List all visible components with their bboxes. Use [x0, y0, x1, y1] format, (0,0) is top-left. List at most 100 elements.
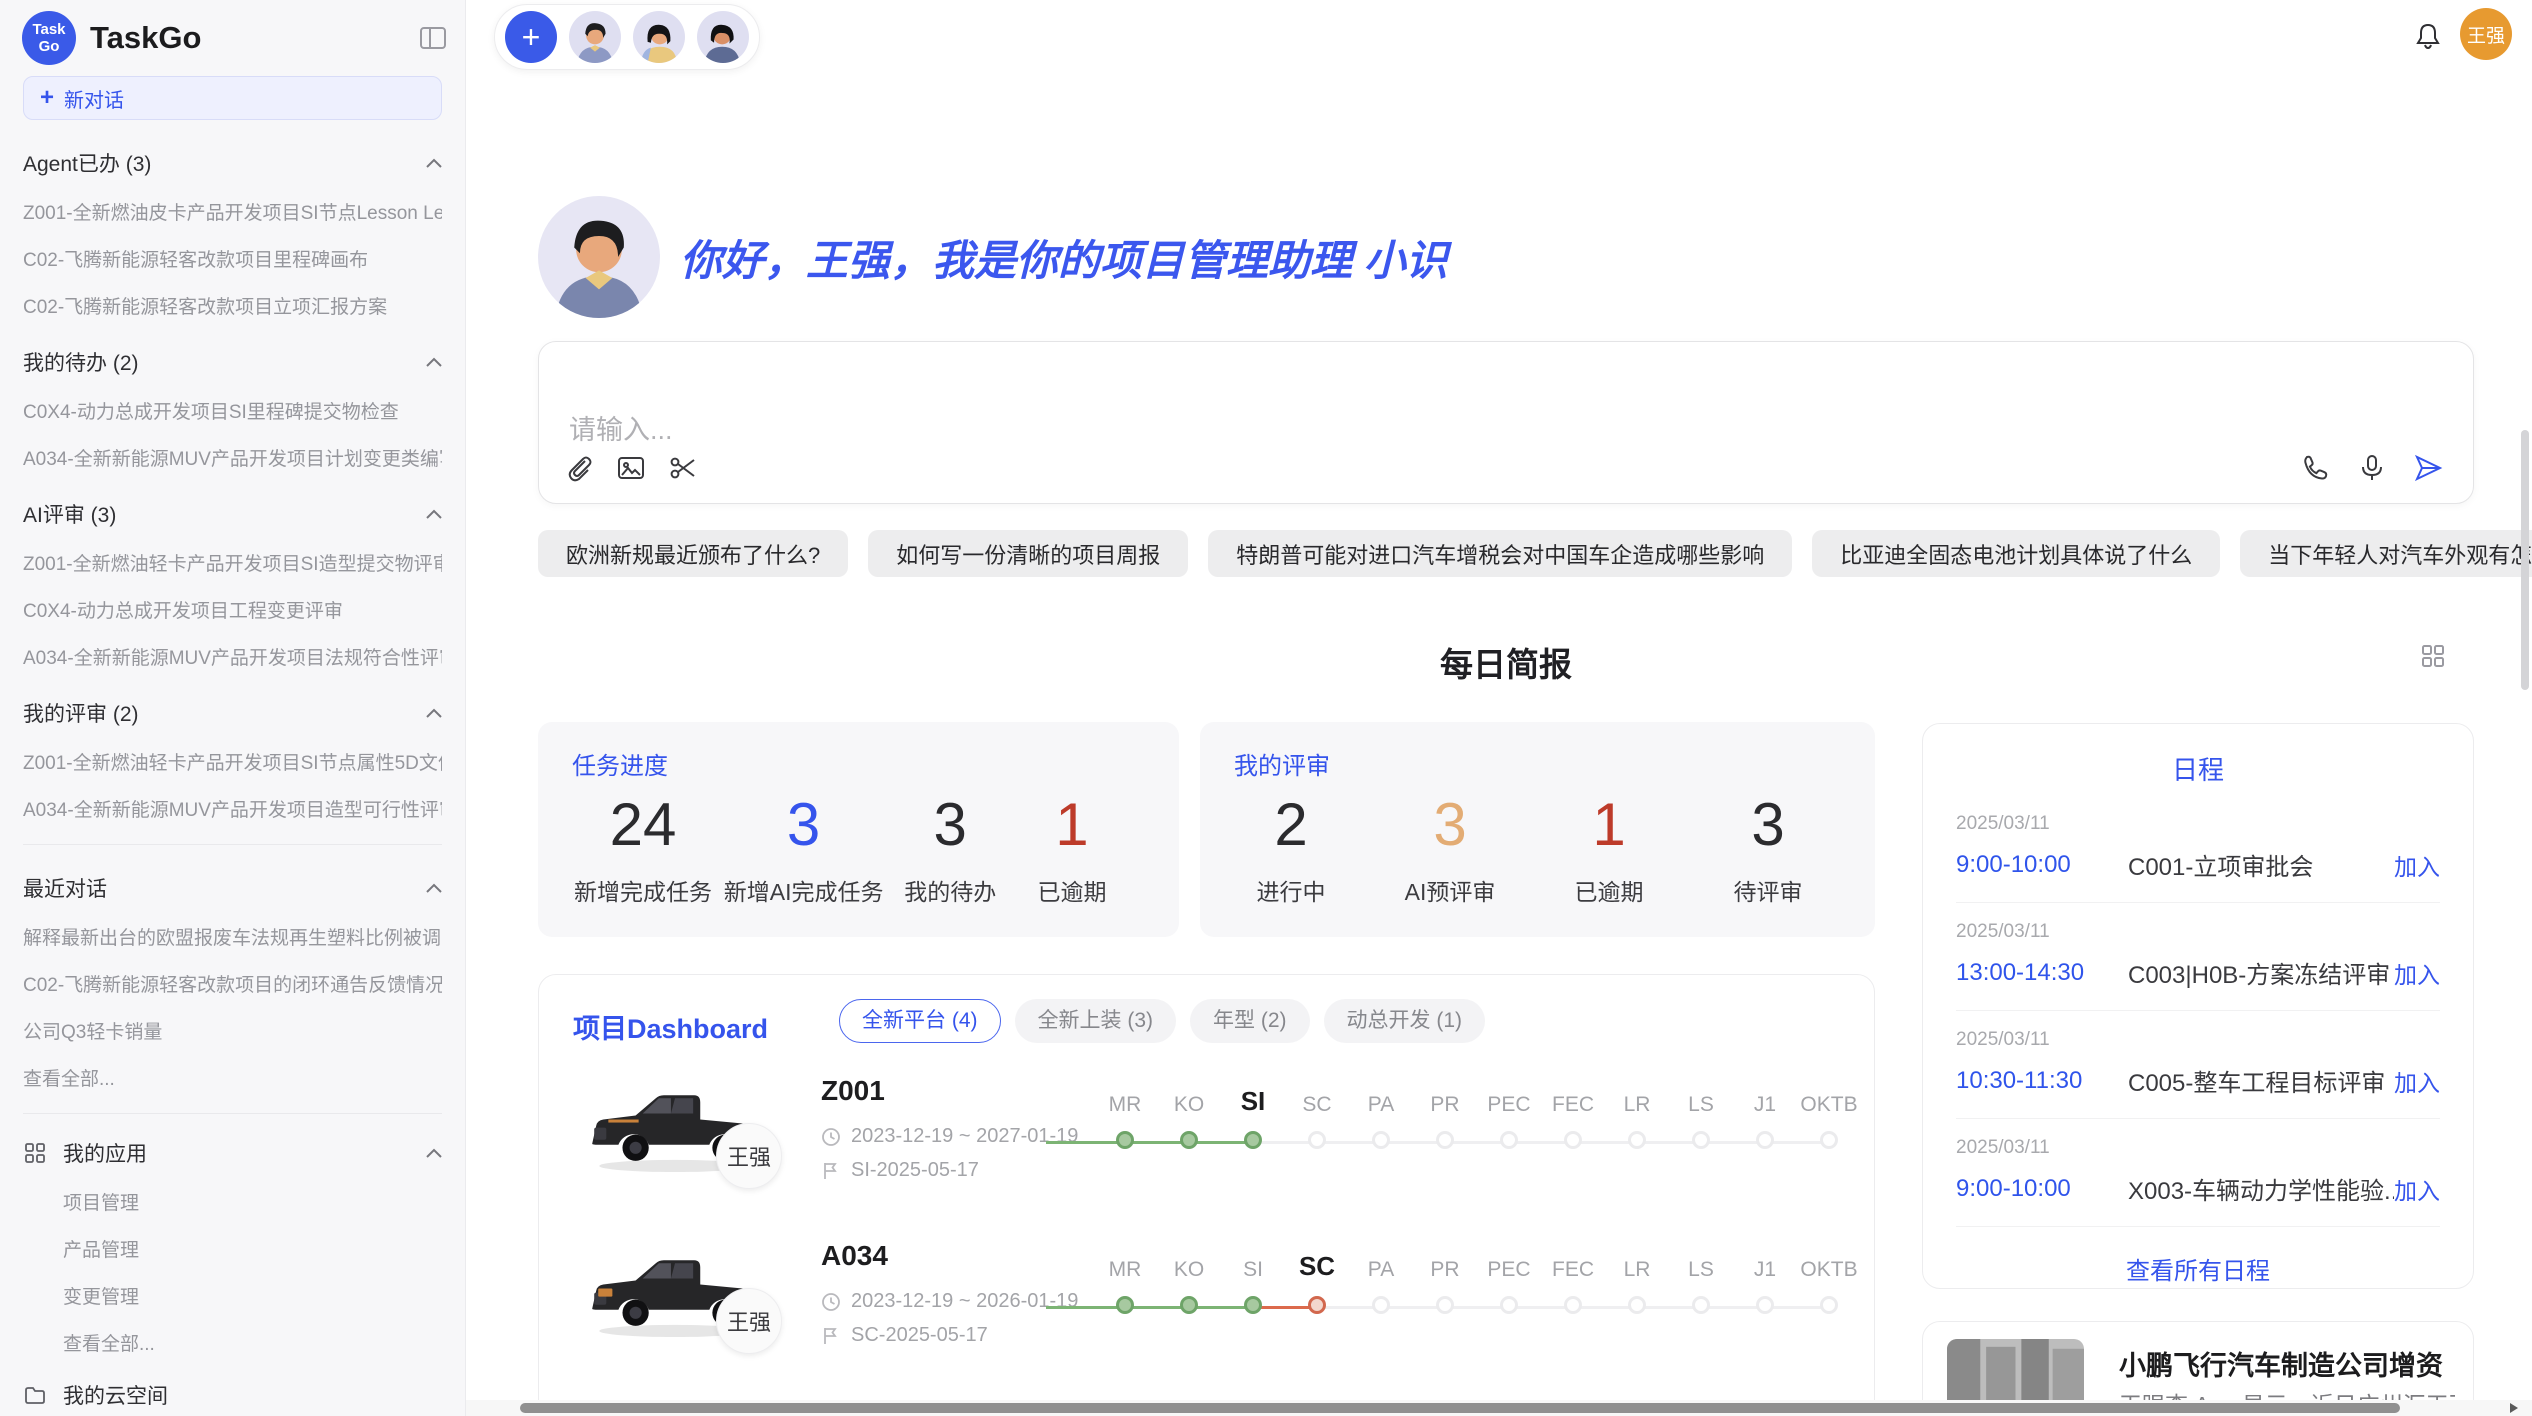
- list-item[interactable]: C0X4-动力总成开发项目SI里程碑提交物检查: [23, 397, 442, 424]
- agent-avatar[interactable]: [697, 11, 749, 63]
- section-title: AI评审 (3): [23, 499, 116, 529]
- stat-value: 1: [1554, 790, 1664, 859]
- list-item[interactable]: Z001-全新燃油轻卡产品开发项目SI造型提交物评审: [23, 549, 442, 576]
- join-link[interactable]: 加入: [2394, 1064, 2440, 1098]
- list-item[interactable]: C0X4-动力总成开发项目工程变更评审: [23, 596, 442, 623]
- view-all-apps[interactable]: 查看全部...: [63, 1329, 442, 1356]
- scissors-icon[interactable]: [668, 453, 698, 483]
- milestone: PA: [1349, 1083, 1413, 1149]
- milestone-dot: [1692, 1296, 1710, 1314]
- chat-input-placeholder: 请输入...: [569, 408, 673, 447]
- tab-year-model[interactable]: 年型 (2): [1190, 999, 1310, 1043]
- milestone-dot: [1820, 1131, 1838, 1149]
- taskgo-logo: Task Go: [22, 11, 76, 65]
- list-item[interactable]: C02-飞腾新能源轻客改款项目里程碑画布: [23, 245, 442, 272]
- user-avatar[interactable]: 王强: [2460, 8, 2512, 60]
- event-time: 9:00-10:00: [1956, 851, 2128, 879]
- section-title: 我的待办 (2): [23, 347, 139, 377]
- microphone-icon[interactable]: [2357, 453, 2387, 483]
- tab-powertrain[interactable]: 动总开发 (1): [1324, 999, 1486, 1043]
- list-item[interactable]: C02-飞腾新能源轻客改款项目立项汇报方案: [23, 292, 442, 319]
- chevron-up-icon[interactable]: [426, 1148, 442, 1158]
- sidebar-item-product-mgmt[interactable]: 产品管理: [63, 1235, 442, 1262]
- suggestion-chip[interactable]: 比亚迪全固态电池计划具体说了什么: [1812, 530, 2220, 577]
- join-link[interactable]: 加入: [2394, 848, 2440, 882]
- chevron-up-icon[interactable]: [426, 883, 442, 893]
- milestone-dot: [1308, 1296, 1326, 1314]
- section-my-todo[interactable]: 我的待办 (2): [23, 347, 442, 377]
- suggestion-chip[interactable]: 如何写一份清晰的项目周报: [868, 530, 1188, 577]
- send-icon[interactable]: [2413, 453, 2443, 483]
- add-agent-button[interactable]: +: [505, 11, 557, 63]
- section-ai-review[interactable]: AI评审 (3): [23, 499, 442, 529]
- view-all-chats[interactable]: 查看全部...: [23, 1064, 442, 1091]
- date-range: 2023-12-19 ~ 2026-01-19: [851, 1290, 1078, 1313]
- milestone-dot: [1500, 1296, 1518, 1314]
- layout-grid-icon[interactable]: [2420, 643, 2446, 669]
- tab-new-body[interactable]: 全新上装 (3): [1015, 999, 1177, 1043]
- image-icon[interactable]: [616, 453, 646, 483]
- stat-ai-done: 3 新增AI完成任务: [724, 790, 884, 907]
- list-item[interactable]: A034-全新新能源MUV产品开发项目造型可行性评审: [23, 795, 442, 822]
- suggestion-chip[interactable]: 当下年轻人对汽车外观有怎样的喜好趋势: [2240, 530, 2532, 577]
- sidebar-item-change-mgmt[interactable]: 变更管理: [63, 1282, 442, 1309]
- view-all-schedule-link[interactable]: 查看所有日程: [1923, 1251, 2473, 1286]
- app-title: TaskGo: [90, 20, 419, 56]
- milestone: PEC: [1477, 1083, 1541, 1149]
- milestone: MR: [1093, 1083, 1157, 1149]
- agent-avatar[interactable]: [633, 11, 685, 63]
- chevron-up-icon[interactable]: [426, 158, 442, 168]
- chat-input-box[interactable]: 请输入...: [538, 341, 2474, 504]
- project-row-z001[interactable]: 王强 Z001 2023-12-19 ~ 2027-01-19 SI-2025-…: [539, 1057, 1874, 1222]
- sidebar-collapse-icon[interactable]: [419, 26, 447, 50]
- list-item[interactable]: A034-全新新能源MUV产品开发项目计划变更类编写: [23, 444, 442, 471]
- tab-new-platform[interactable]: 全新平台 (4): [839, 999, 1001, 1043]
- schedule-title: 日程: [1923, 750, 2473, 787]
- user-name: 王强: [2467, 21, 2505, 48]
- section-agent-done[interactable]: Agent已办 (3): [23, 148, 442, 178]
- milestone-dot: [1244, 1296, 1262, 1314]
- suggestion-chip[interactable]: 欧洲新规最近颁布了什么?: [538, 530, 848, 577]
- flag-icon: [821, 1161, 841, 1181]
- chevron-up-icon[interactable]: [426, 509, 442, 519]
- list-item[interactable]: 公司Q3轻卡销量: [23, 1017, 442, 1044]
- join-link[interactable]: 加入: [2394, 956, 2440, 990]
- scroll-right-arrow-icon[interactable]: [2510, 1403, 2518, 1413]
- horizontal-scrollbar-thumb[interactable]: [520, 1403, 2400, 1413]
- milestone: KO: [1157, 1248, 1221, 1314]
- sidebar-item-my-apps[interactable]: 我的应用: [23, 1138, 442, 1168]
- phone-icon[interactable]: [2301, 453, 2331, 483]
- chevron-up-icon[interactable]: [426, 708, 442, 718]
- milestone-dot: [1372, 1296, 1390, 1314]
- list-item[interactable]: C02-飞腾新能源轻客改款项目的闭环通告反馈情况: [23, 970, 442, 997]
- flag-icon: [821, 1326, 841, 1346]
- list-item[interactable]: 解释最新出台的欧盟报废车法规再生塑料比例被调至15%...: [23, 923, 442, 950]
- new-chat-button[interactable]: + 新对话: [23, 76, 442, 120]
- chevron-up-icon[interactable]: [426, 357, 442, 367]
- milestone-dot: [1564, 1296, 1582, 1314]
- attachment-icon[interactable]: [564, 453, 594, 483]
- section-recent-chats[interactable]: 最近对话: [23, 873, 442, 903]
- notification-bell-icon[interactable]: [2412, 20, 2444, 52]
- join-link[interactable]: 加入: [2394, 1172, 2440, 1206]
- list-item[interactable]: A034-全新新能源MUV产品开发项目法规符合性评审: [23, 643, 442, 670]
- suggestion-chip[interactable]: 特朗普可能对进口汽车增税会对中国车企造成哪些影响: [1208, 530, 1792, 577]
- sidebar-item-cloud-space[interactable]: 我的云空间: [23, 1380, 442, 1410]
- milestone: MR: [1093, 1248, 1157, 1314]
- list-item[interactable]: Z001-全新燃油皮卡产品开发项目SI节点Lesson Learn报告: [23, 198, 442, 225]
- vertical-scrollbar-thumb[interactable]: [2521, 430, 2529, 690]
- project-name: A034: [821, 1240, 888, 1272]
- agent-avatar[interactable]: [569, 11, 621, 63]
- milestone-dot: [1436, 1296, 1454, 1314]
- project-row-a034[interactable]: 王强 A034 2023-12-19 ~ 2026-01-19 SC-2025-…: [539, 1222, 1874, 1387]
- horizontal-scrollbar[interactable]: [466, 1400, 2532, 1416]
- section-my-review[interactable]: 我的评审 (2): [23, 698, 442, 728]
- stat-my-todo: 3 我的待办: [895, 790, 1005, 907]
- owner-name: 王强: [727, 1140, 771, 1172]
- milestone-dot: [1244, 1131, 1262, 1149]
- list-item[interactable]: Z001-全新燃油轻卡产品开发项目SI节点属性5D文件评审: [23, 748, 442, 775]
- sidebar-item-project-mgmt[interactable]: 项目管理: [63, 1188, 442, 1215]
- milestone-dot: [1116, 1131, 1134, 1149]
- logo-text-top: Task: [32, 21, 65, 38]
- stat-value: 24: [574, 790, 712, 859]
